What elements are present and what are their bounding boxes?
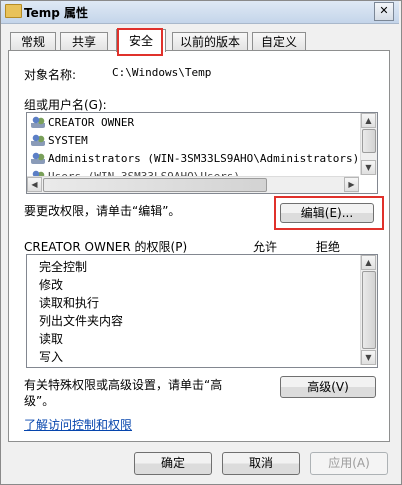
advanced-prompt-line1: 有关特殊权限或高级设置，请单击“高 bbox=[24, 378, 223, 392]
tab-highlight-box bbox=[117, 28, 163, 56]
window-title: Temp 属性 bbox=[24, 6, 89, 20]
deny-header: 拒绝 bbox=[316, 240, 341, 254]
users-vertical-scrollbar[interactable]: ▲ ▼ bbox=[360, 113, 377, 175]
tab-sharing[interactable]: 共享 bbox=[60, 32, 108, 51]
advanced-prompt-line2: 级”。 bbox=[24, 394, 55, 408]
permissions-header: CREATOR OWNER 的权限(P) bbox=[24, 240, 188, 254]
list-item[interactable]: CREATOR OWNER bbox=[31, 115, 134, 131]
users-icon bbox=[31, 134, 45, 146]
help-link[interactable]: 了解访问控制和权限 bbox=[24, 416, 132, 433]
object-name-label: 对象名称: bbox=[24, 68, 77, 82]
allow-header: 允许 bbox=[253, 240, 278, 254]
users-listbox[interactable]: CREATOR OWNER SYSTEM Administrators (WIN… bbox=[26, 112, 378, 194]
tab-customize[interactable]: 自定义 bbox=[252, 32, 306, 51]
ok-button[interactable]: 确定 bbox=[134, 452, 212, 475]
apply-button[interactable]: 应用(A) bbox=[310, 452, 388, 475]
list-item[interactable]: SYSTEM bbox=[31, 133, 88, 149]
hscroll-thumb[interactable] bbox=[43, 178, 267, 192]
tab-general[interactable]: 常规 bbox=[10, 32, 56, 51]
cancel-button[interactable]: 取消 bbox=[222, 452, 300, 475]
scroll-down-button[interactable]: ▼ bbox=[361, 350, 376, 365]
edit-highlight-box bbox=[274, 196, 384, 230]
scroll-thumb[interactable] bbox=[362, 271, 376, 349]
users-icon bbox=[31, 152, 45, 164]
scroll-left-button[interactable]: ◀ bbox=[27, 177, 42, 192]
advanced-button[interactable]: 高级(V) bbox=[280, 376, 376, 398]
users-icon bbox=[31, 116, 45, 128]
permission-row: 列出文件夹内容 bbox=[39, 314, 124, 328]
scroll-down-button[interactable]: ▼ bbox=[361, 160, 376, 175]
permission-row: 读取和执行 bbox=[39, 296, 100, 310]
permission-row: 写入 bbox=[39, 350, 64, 364]
folder-icon bbox=[5, 4, 22, 18]
scroll-up-button[interactable]: ▲ bbox=[361, 255, 376, 270]
scroll-up-button[interactable]: ▲ bbox=[361, 113, 376, 128]
permission-row: 修改 bbox=[39, 278, 64, 292]
permission-row: 完全控制 bbox=[39, 260, 88, 274]
permission-row: 读取 bbox=[39, 332, 64, 346]
scroll-thumb[interactable] bbox=[362, 129, 376, 153]
permissions-listbox[interactable]: 完全控制 修改 读取和执行 列出文件夹内容 读取 写入 ▲ ▼ bbox=[26, 254, 378, 368]
close-button[interactable]: ✕ bbox=[374, 2, 394, 21]
permissions-scrollbar[interactable]: ▲ ▼ bbox=[360, 255, 377, 365]
scroll-right-button[interactable]: ▶ bbox=[344, 177, 359, 192]
tab-previous-versions[interactable]: 以前的版本 bbox=[172, 32, 248, 51]
groups-label: 组或用户名(G): bbox=[24, 98, 107, 112]
list-item[interactable]: Administrators (WIN-3SM33LS9AHO\Administ… bbox=[31, 151, 359, 167]
users-horizontal-scrollbar[interactable]: ◀ ▶ bbox=[27, 176, 359, 193]
edit-prompt: 要更改权限，请单击“编辑”。 bbox=[24, 204, 181, 218]
object-name-value: C:\Windows\Temp bbox=[112, 66, 212, 79]
